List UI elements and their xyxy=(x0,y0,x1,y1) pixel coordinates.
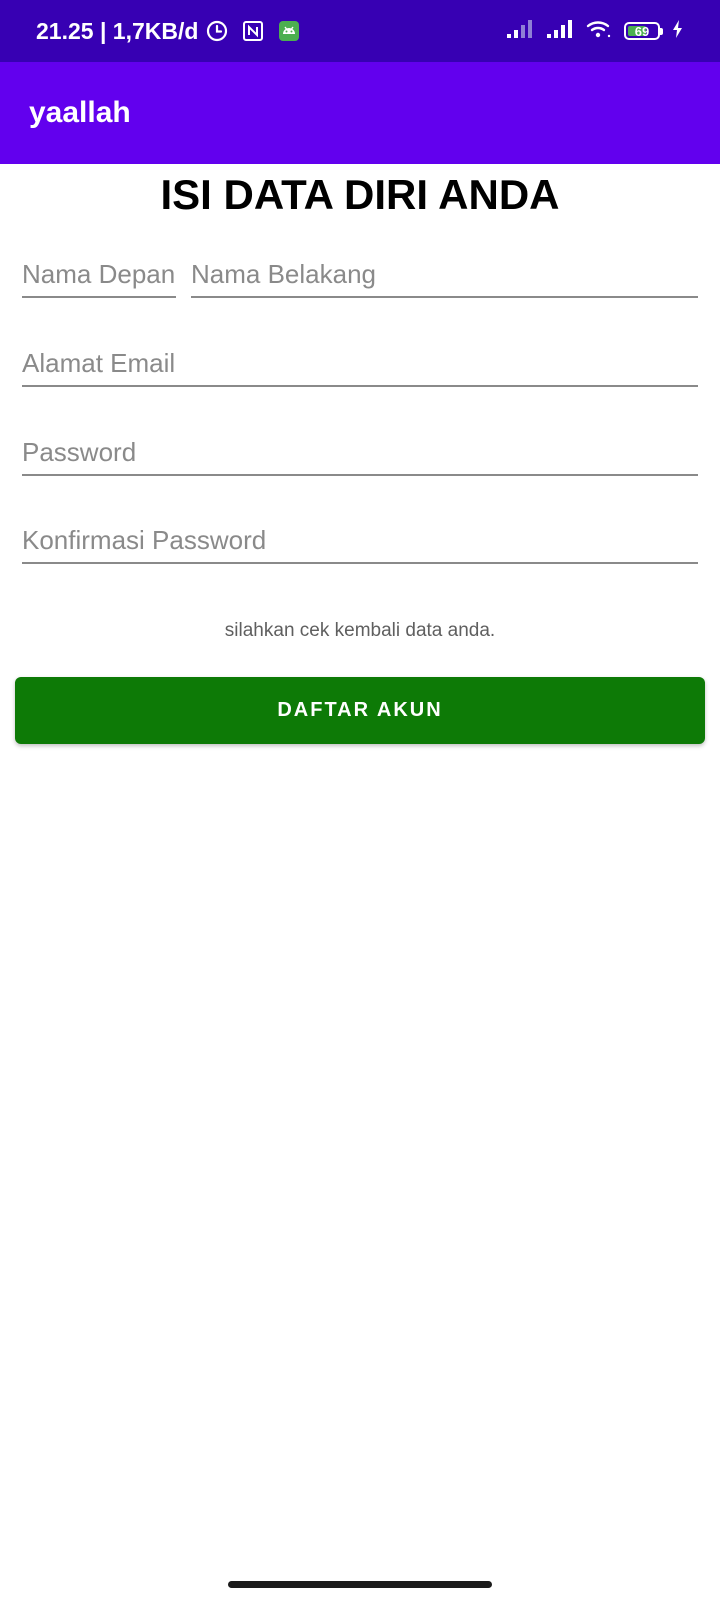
confirm-password-field[interactable] xyxy=(22,518,698,564)
battery-level: 69 xyxy=(634,23,650,39)
password-input[interactable] xyxy=(22,430,698,474)
email-field[interactable] xyxy=(22,341,698,387)
password-field[interactable] xyxy=(22,430,698,476)
app-title: yaallah xyxy=(29,96,131,129)
hint-text: silahkan cek kembali data anda. xyxy=(224,620,496,641)
gesture-bar[interactable] xyxy=(228,1581,492,1588)
status-time: 21.25 xyxy=(36,17,94,44)
android-notification-icon xyxy=(278,20,300,42)
last-name-input[interactable] xyxy=(191,252,698,296)
last-name-field[interactable] xyxy=(191,252,698,298)
clock-icon xyxy=(206,20,228,42)
charging-icon xyxy=(672,19,684,44)
signal-icon xyxy=(546,19,574,44)
status-right: 69 xyxy=(506,0,684,62)
app-bar: yaallah xyxy=(0,62,720,164)
register-button[interactable]: DAFTAR AKUN xyxy=(15,677,705,744)
signal-icon xyxy=(506,19,534,44)
status-net-speed: 1,7KB/d xyxy=(112,17,199,44)
first-name-input[interactable] xyxy=(22,252,176,296)
status-bar: 21.25 | 1,7KB/d 69 xyxy=(0,0,720,62)
first-name-field[interactable] xyxy=(22,252,176,298)
nfc-icon xyxy=(242,20,264,42)
email-input[interactable] xyxy=(22,341,698,385)
page-title: ISI DATA DIRI ANDA xyxy=(160,171,560,218)
status-separator: | xyxy=(93,17,113,44)
wifi-icon xyxy=(586,19,612,44)
confirm-password-input[interactable] xyxy=(22,518,698,562)
status-left: 21.25 | 1,7KB/d xyxy=(36,0,300,62)
battery-icon: 69 xyxy=(624,22,663,40)
